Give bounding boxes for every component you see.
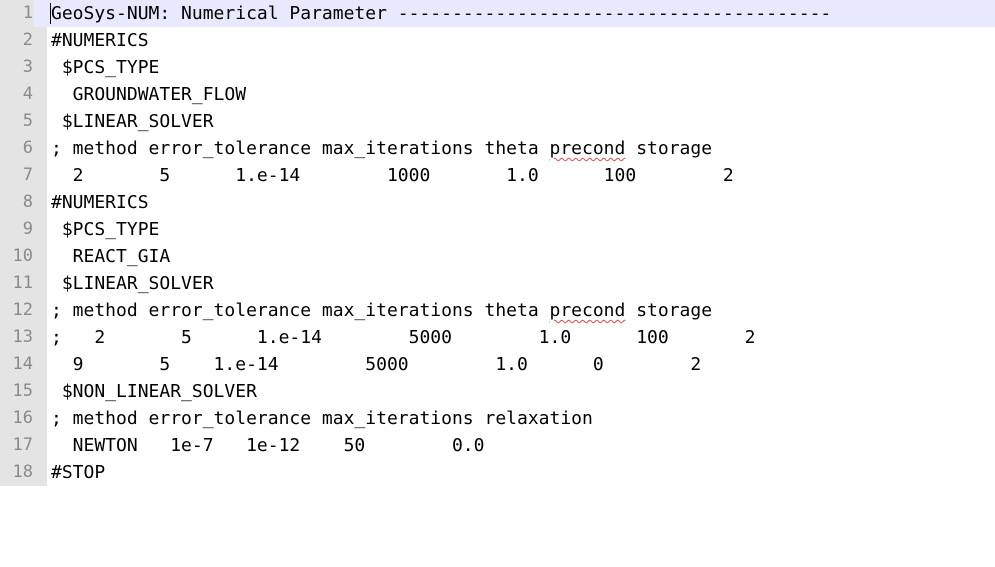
line-text[interactable]: $PCS_TYPE: [51, 216, 160, 243]
line-text[interactable]: #STOP: [51, 459, 105, 486]
line-text[interactable]: #NUMERICS: [51, 27, 149, 54]
line-text[interactable]: #NUMERICS: [51, 189, 149, 216]
line-text-segment: storage: [625, 300, 713, 321]
editor-line-1[interactable]: 1 GeoSys-NUM: Numerical Parameter ------…: [0, 0, 995, 27]
line-text[interactable]: REACT_GIA: [51, 243, 171, 270]
line-text-segment: ; method error_tolerance max_iterations …: [51, 138, 550, 159]
line-text[interactable]: 2 5 1.e-14 1000 1.0 100 2: [51, 162, 734, 189]
editor-line-3[interactable]: 3 $PCS_TYPE: [0, 54, 995, 81]
line-number: 2: [22, 30, 33, 50]
line-text[interactable]: $LINEAR_SOLVER: [51, 270, 214, 297]
editor-line-11[interactable]: 11 $LINEAR_SOLVER: [0, 270, 995, 297]
editor-line-4[interactable]: 4 GROUNDWATER_FLOW: [0, 81, 995, 108]
line-text[interactable]: ; 2 5 1.e-14 5000 1.0 100 2: [51, 324, 755, 351]
editor-line-18[interactable]: 18 #STOP: [0, 459, 995, 486]
line-text[interactable]: ; method error_tolerance max_iterations …: [51, 135, 712, 162]
text-editor[interactable]: 1 GeoSys-NUM: Numerical Parameter ------…: [0, 0, 995, 486]
line-text-segment: ; method error_tolerance max_iterations …: [51, 300, 550, 321]
line-number: 16: [12, 408, 33, 428]
line-number: 12: [12, 300, 33, 320]
editor-line-12[interactable]: 12 ; method error_tolerance max_iteratio…: [0, 297, 995, 324]
line-text[interactable]: 9 5 1.e-14 5000 1.0 0 2: [51, 351, 702, 378]
spellcheck-flagged-word[interactable]: precond: [550, 138, 626, 159]
text-caret: [50, 3, 51, 24]
line-text[interactable]: $LINEAR_SOLVER: [51, 108, 214, 135]
editor-line-6[interactable]: 6 ; method error_tolerance max_iteration…: [0, 135, 995, 162]
editor-line-8[interactable]: 8 #NUMERICS: [0, 189, 995, 216]
line-number: 3: [22, 57, 33, 77]
line-number: 8: [22, 192, 33, 212]
editor-line-9[interactable]: 9 $PCS_TYPE: [0, 216, 995, 243]
line-number: 10: [12, 246, 33, 266]
spellcheck-flagged-word[interactable]: precond: [550, 300, 626, 321]
editor-line-16[interactable]: 16 ; method error_tolerance max_iteratio…: [0, 405, 995, 432]
line-text[interactable]: GROUNDWATER_FLOW: [51, 81, 246, 108]
line-text[interactable]: ; method error_tolerance max_iterations …: [51, 297, 712, 324]
line-number: 18: [12, 462, 33, 482]
line-number: 9: [22, 219, 33, 239]
editor-line-5[interactable]: 5 $LINEAR_SOLVER: [0, 108, 995, 135]
line-text[interactable]: NEWTON 1e-7 1e-12 50 0.0: [51, 432, 485, 459]
line-number: 13: [12, 327, 33, 347]
editor-line-13[interactable]: 13 ; 2 5 1.e-14 5000 1.0 100 2: [0, 324, 995, 351]
line-number: 7: [22, 165, 33, 185]
line-text[interactable]: $PCS_TYPE: [51, 54, 160, 81]
line-number: 11: [12, 273, 33, 293]
line-text-segment: storage: [625, 138, 713, 159]
line-number: 1: [0, 0, 33, 27]
line-text[interactable]: $NON_LINEAR_SOLVER: [51, 378, 257, 405]
editor-line-10[interactable]: 10 REACT_GIA: [0, 243, 995, 270]
editor-line-7[interactable]: 7 2 5 1.e-14 1000 1.0 100 2: [0, 162, 995, 189]
line-text[interactable]: ; method error_tolerance max_iterations …: [51, 405, 593, 432]
editor-line-17[interactable]: 17 NEWTON 1e-7 1e-12 50 0.0: [0, 432, 995, 459]
editor-line-14[interactable]: 14 9 5 1.e-14 5000 1.0 0 2: [0, 351, 995, 378]
line-number: 15: [12, 381, 33, 401]
line-number: 17: [12, 435, 33, 455]
editor-line-2[interactable]: 2 #NUMERICS: [0, 27, 995, 54]
line-number: 5: [22, 111, 33, 131]
line-number: 14: [12, 354, 33, 374]
line-text[interactable]: GeoSys-NUM: Numerical Parameter --------…: [51, 0, 831, 27]
line-number: 4: [22, 84, 33, 104]
line-number: 6: [22, 138, 33, 158]
editor-line-15[interactable]: 15 $NON_LINEAR_SOLVER: [0, 378, 995, 405]
